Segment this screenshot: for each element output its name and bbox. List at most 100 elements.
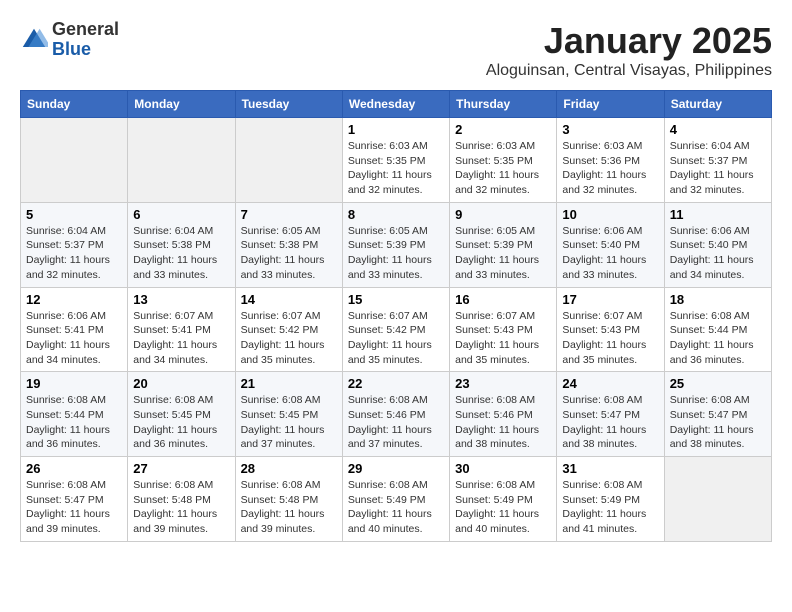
day-info: Sunrise: 6:06 AM Sunset: 5:41 PM Dayligh… [26,309,122,368]
day-number: 18 [670,292,766,307]
logo: General Blue [20,20,119,60]
calendar-week-row: 5 Sunrise: 6:04 AM Sunset: 5:37 PM Daylig… [21,202,772,287]
day-number: 1 [348,122,444,137]
day-number: 5 [26,207,122,222]
day-number: 16 [455,292,551,307]
day-info: Sunrise: 6:08 AM Sunset: 5:48 PM Dayligh… [241,478,337,537]
calendar-day-cell: 30Sunrise: 6:08 AM Sunset: 5:49 PM Dayli… [450,457,557,542]
day-number: 20 [133,376,229,391]
day-info: Sunrise: 6:08 AM Sunset: 5:49 PM Dayligh… [348,478,444,537]
day-info: Sunrise: 6:08 AM Sunset: 5:48 PM Dayligh… [133,478,229,537]
day-info: Sunrise: 6:08 AM Sunset: 5:45 PM Dayligh… [133,393,229,452]
day-info: Sunrise: 6:05 AM Sunset: 5:38 PM Dayligh… [241,224,337,283]
day-number: 7 [241,207,337,222]
day-info: Sunrise: 6:08 AM Sunset: 5:44 PM Dayligh… [670,309,766,368]
logo-icon [20,26,48,54]
calendar-week-row: 1 Sunrise: 6:03 AM Sunset: 5:35 PM Daylig… [21,118,772,203]
day-number: 31 [562,461,658,476]
day-number: 28 [241,461,337,476]
day-number: 19 [26,376,122,391]
calendar-day-cell: 9Sunrise: 6:05 AM Sunset: 5:39 PM Daylig… [450,202,557,287]
calendar-day-cell: 2 Sunrise: 6:03 AM Sunset: 5:35 PM Daylig… [450,118,557,203]
calendar-day-cell: 17 Sunrise: 6:07 AM Sunset: 5:43 PM Dayli… [557,287,664,372]
day-number: 22 [348,376,444,391]
weekday-header-sunday: Sunday [21,91,128,118]
calendar-week-row: 19 Sunrise: 6:08 AM Sunset: 5:44 PM Dayli… [21,372,772,457]
calendar-day-cell: 7 Sunrise: 6:05 AM Sunset: 5:38 PM Daylig… [235,202,342,287]
day-info: Sunrise: 6:08 AM Sunset: 5:44 PM Dayligh… [26,393,122,452]
day-number: 26 [26,461,122,476]
calendar-day-cell: 13 Sunrise: 6:07 AM Sunset: 5:41 PM Dayli… [128,287,235,372]
calendar-day-cell: 10 Sunrise: 6:06 AM Sunset: 5:40 PM Dayli… [557,202,664,287]
day-number: 9 [455,207,551,222]
day-info: Sunrise: 6:08 AM Sunset: 5:49 PM Dayligh… [455,478,551,537]
calendar-day-cell: 16Sunrise: 6:07 AM Sunset: 5:43 PM Dayli… [450,287,557,372]
month-title: January 2025 [486,20,772,62]
weekday-header-saturday: Saturday [664,91,771,118]
header: General Blue January 2025 Aloguinsan, Ce… [20,20,772,80]
day-number: 11 [670,207,766,222]
day-number: 3 [562,122,658,137]
weekday-header-wednesday: Wednesday [342,91,449,118]
calendar-day-cell: 26 Sunrise: 6:08 AM Sunset: 5:47 PM Dayli… [21,457,128,542]
calendar-day-cell: 28 Sunrise: 6:08 AM Sunset: 5:48 PM Dayli… [235,457,342,542]
day-number: 15 [348,292,444,307]
day-info: Sunrise: 6:08 AM Sunset: 5:47 PM Dayligh… [562,393,658,452]
day-number: 24 [562,376,658,391]
day-number: 13 [133,292,229,307]
day-info: Sunrise: 6:04 AM Sunset: 5:37 PM Dayligh… [26,224,122,283]
day-info: Sunrise: 6:04 AM Sunset: 5:37 PM Dayligh… [670,139,766,198]
day-info: Sunrise: 6:03 AM Sunset: 5:35 PM Dayligh… [455,139,551,198]
day-number: 10 [562,207,658,222]
day-info: Sunrise: 6:07 AM Sunset: 5:41 PM Dayligh… [133,309,229,368]
calendar-day-cell: 15Sunrise: 6:07 AM Sunset: 5:42 PM Dayli… [342,287,449,372]
day-number: 29 [348,461,444,476]
calendar-day-cell: 22Sunrise: 6:08 AM Sunset: 5:46 PM Dayli… [342,372,449,457]
day-info: Sunrise: 6:05 AM Sunset: 5:39 PM Dayligh… [348,224,444,283]
day-number: 2 [455,122,551,137]
calendar-day-cell [664,457,771,542]
calendar-day-cell: 11 Sunrise: 6:06 AM Sunset: 5:40 PM Dayli… [664,202,771,287]
day-info: Sunrise: 6:03 AM Sunset: 5:36 PM Dayligh… [562,139,658,198]
day-info: Sunrise: 6:08 AM Sunset: 5:45 PM Dayligh… [241,393,337,452]
weekday-header-row: SundayMondayTuesdayWednesdayThursdayFrid… [21,91,772,118]
title-block: January 2025 Aloguinsan, Central Visayas… [486,20,772,80]
day-info: Sunrise: 6:07 AM Sunset: 5:42 PM Dayligh… [241,309,337,368]
day-number: 8 [348,207,444,222]
day-info: Sunrise: 6:06 AM Sunset: 5:40 PM Dayligh… [670,224,766,283]
day-number: 6 [133,207,229,222]
calendar-day-cell: 4Sunrise: 6:04 AM Sunset: 5:37 PM Daylig… [664,118,771,203]
day-number: 17 [562,292,658,307]
calendar-day-cell [21,118,128,203]
calendar-day-cell: 8 Sunrise: 6:05 AM Sunset: 5:39 PM Daylig… [342,202,449,287]
day-info: Sunrise: 6:04 AM Sunset: 5:38 PM Dayligh… [133,224,229,283]
day-number: 12 [26,292,122,307]
weekday-header-thursday: Thursday [450,91,557,118]
calendar-day-cell: 23 Sunrise: 6:08 AM Sunset: 5:46 PM Dayli… [450,372,557,457]
calendar-table: SundayMondayTuesdayWednesdayThursdayFrid… [20,90,772,542]
calendar-day-cell: 31 Sunrise: 6:08 AM Sunset: 5:49 PM Dayli… [557,457,664,542]
day-number: 14 [241,292,337,307]
day-info: Sunrise: 6:08 AM Sunset: 5:47 PM Dayligh… [26,478,122,537]
day-info: Sunrise: 6:06 AM Sunset: 5:40 PM Dayligh… [562,224,658,283]
calendar-day-cell [235,118,342,203]
day-number: 27 [133,461,229,476]
day-info: Sunrise: 6:07 AM Sunset: 5:43 PM Dayligh… [562,309,658,368]
day-info: Sunrise: 6:08 AM Sunset: 5:49 PM Dayligh… [562,478,658,537]
calendar-day-cell: 1Sunrise: 6:03 AM Sunset: 5:35 PM Daylig… [342,118,449,203]
day-number: 23 [455,376,551,391]
calendar-day-cell: 14 Sunrise: 6:07 AM Sunset: 5:42 PM Dayli… [235,287,342,372]
calendar-day-cell: 5 Sunrise: 6:04 AM Sunset: 5:37 PM Daylig… [21,202,128,287]
calendar-day-cell [128,118,235,203]
logo-blue-text: Blue [52,39,91,59]
day-info: Sunrise: 6:08 AM Sunset: 5:46 PM Dayligh… [455,393,551,452]
location-title: Aloguinsan, Central Visayas, Philippines [486,62,772,80]
calendar-day-cell: 3 Sunrise: 6:03 AM Sunset: 5:36 PM Daylig… [557,118,664,203]
weekday-header-tuesday: Tuesday [235,91,342,118]
calendar-day-cell: 29 Sunrise: 6:08 AM Sunset: 5:49 PM Dayli… [342,457,449,542]
calendar-day-cell: 24 Sunrise: 6:08 AM Sunset: 5:47 PM Dayli… [557,372,664,457]
calendar-day-cell: 21Sunrise: 6:08 AM Sunset: 5:45 PM Dayli… [235,372,342,457]
logo-general-text: General [52,19,119,39]
day-number: 25 [670,376,766,391]
calendar-day-cell: 20 Sunrise: 6:08 AM Sunset: 5:45 PM Dayli… [128,372,235,457]
